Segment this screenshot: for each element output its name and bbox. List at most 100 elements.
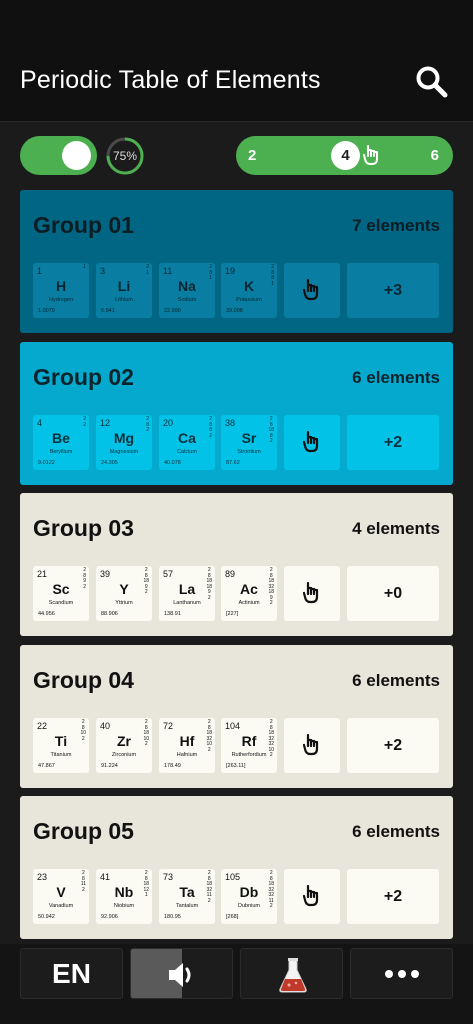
element-tile[interactable]: 38 2 8 18 8 2 Sr Strontium 87.62 [221,415,277,470]
more-elements-button[interactable]: +0 [347,566,439,621]
tap-hint-tile[interactable] [284,718,340,773]
element-tile[interactable]: 21 2 8 9 2 Sc Scandium 44.956 [33,566,89,621]
tap-hint-tile[interactable] [284,263,340,318]
element-symbol: Sc [52,581,70,597]
more-elements-button[interactable]: +2 [347,718,439,773]
tap-hint-tile[interactable] [284,415,340,470]
element-name: Hafnium [176,752,198,758]
segment-option-6[interactable]: 6 [431,136,439,175]
hand-pointer-icon [303,431,319,453]
atomic-mass: 92.906 [101,914,118,920]
element-tile[interactable]: 3 2 1 Li Lithium 6.941 [96,263,152,318]
atomic-mass: 24.305 [101,460,118,466]
group-card[interactable]: Group 05 6 elements 23 2 8 11 2 V Vanadium 50.942… [20,796,453,939]
atomic-number: 89 [225,569,236,579]
atomic-mass: 178.49 [164,763,181,769]
group-card[interactable]: Group 01 7 elements 1 1 H Hydrogen 1.0079 3 2 1 Li… [20,190,453,333]
element-tile[interactable]: 40 2 8 18 10 2 Zr Zirconium 91.224 [96,718,152,773]
element-tile[interactable]: 72 2 8 18 32 10 2 Hf Hafnium 178.49 [159,718,215,773]
element-name: Beryllium [49,449,73,455]
element-tile[interactable]: 20 2 8 8 2 Ca Calcium 40.078 [159,415,215,470]
atomic-number: 73 [163,872,174,882]
group-card[interactable]: Group 03 4 elements 21 2 8 9 2 Sc Scandium 44.956… [20,493,453,636]
atomic-mass: 50.942 [38,914,55,920]
app-header: Periodic Table of Elements [0,0,473,122]
electron-configuration: 22 [83,416,86,428]
columns-segmented-control[interactable]: 2 4 6 [236,136,453,175]
more-elements-button[interactable]: +2 [347,869,439,924]
element-tile[interactable]: 105 2 8 18 32 32 11 2 Db Dubnium [268] [221,869,277,924]
lab-button[interactable] [240,948,343,999]
element-name: Hydrogen [49,297,73,303]
group-title: Group 04 [33,667,134,693]
element-tile[interactable]: 41 2 8 18 12 1 Nb Niobium 92.906 [96,869,152,924]
tap-hint-tile[interactable] [284,566,340,621]
speaker-icon [169,963,191,987]
search-button[interactable] [414,64,450,100]
element-tile[interactable]: 22 2 8 10 2 Ti Titanium 47.867 [33,718,89,773]
element-tile[interactable]: 89 2 8 18 32 18 9 2 Ac Actinium [227] [221,566,277,621]
atomic-mass: 1.0079 [38,308,55,314]
segment-option-2[interactable]: 2 [248,136,256,175]
element-symbol: Rf [241,733,257,749]
element-name: Rutherfordium [231,752,267,758]
hand-pointer-icon [303,885,319,907]
group-element-count: 7 elements [352,216,440,235]
element-tile[interactable]: 11 2 8 1 Na Sodium 22.990 [159,263,215,318]
atomic-number: 41 [100,872,111,882]
atomic-mass: [268] [226,914,239,920]
element-tile[interactable]: 1 1 H Hydrogen 1.0079 [33,263,89,318]
element-symbol: Ti [54,733,68,749]
group-title: Group 02 [33,364,134,390]
element-tile[interactable]: 57 2 8 18 18 9 2 La Lanthanum 138.91 [159,566,215,621]
group-card[interactable]: Group 04 6 elements 22 2 8 10 2 Ti Titanium 47.86… [20,645,453,788]
element-name: Vanadium [48,903,74,909]
tap-hint-tile[interactable] [284,869,340,924]
more-elements-button[interactable]: +2 [347,415,439,470]
more-button[interactable] [350,948,453,999]
element-tile[interactable]: 39 2 8 18 9 2 Y Yttrium 88.906 [96,566,152,621]
element-tile[interactable]: 4 2 2 Be Beryllium 9.0122 [33,415,89,470]
group-element-count: 4 elements [352,519,440,538]
element-tile[interactable]: 104 2 8 18 32 32 10 2 Rf Rutherfordium [263.11] [221,718,277,773]
element-name: Lithium [115,297,133,303]
hand-pointer-icon [303,582,319,604]
atomic-mass: 44.956 [38,611,55,617]
electron-configuration: 21 [146,264,149,276]
electron-shell: 2 [83,421,86,428]
atomic-mass: 47.867 [38,763,55,769]
element-symbol: Hf [179,733,195,749]
atomic-number: 57 [163,569,174,579]
element-name: Titanium [50,752,72,758]
element-symbol: Zr [117,733,131,749]
more-dots-icon [385,970,419,978]
element-tile[interactable]: 73 2 8 18 32 11 2 Ta Tantalum 180.95 [159,869,215,924]
element-tile[interactable]: 12 2 8 2 Mg Magnesium 24.305 [96,415,152,470]
mode-toggle[interactable] [20,136,97,175]
language-button[interactable]: EN [20,948,123,999]
segment-option-selected[interactable]: 4 [331,141,360,170]
electron-shell: 1 [146,269,149,276]
element-symbol: Nb [114,884,134,900]
atomic-number: 3 [100,266,106,276]
atomic-number: 23 [37,872,48,882]
element-symbol: Be [52,430,70,446]
atomic-number: 39 [100,569,111,579]
element-tile[interactable]: 19 2 8 8 1 K Potassium 39.098 [221,263,277,318]
element-symbol: V [56,884,66,900]
element-name: Potassium [236,297,262,303]
element-symbol: H [55,278,67,294]
atomic-number: 105 [225,872,241,882]
controls-bar: 75% 2 4 6 [0,122,473,188]
element-name: Scandium [48,600,74,606]
electron-configuration: 1 [83,264,86,271]
element-symbol: Sr [241,430,257,446]
more-elements-button[interactable]: +3 [347,263,439,318]
group-title: Group 05 [33,818,134,844]
atomic-mass: 91.224 [101,763,118,769]
atomic-number: 22 [37,721,48,731]
element-symbol: Ca [178,430,196,446]
sound-button[interactable] [130,948,233,999]
element-tile[interactable]: 23 2 8 11 2 V Vanadium 50.942 [33,869,89,924]
group-card[interactable]: Group 02 6 elements 4 2 2 Be Beryllium 9.0122 12… [20,342,453,485]
